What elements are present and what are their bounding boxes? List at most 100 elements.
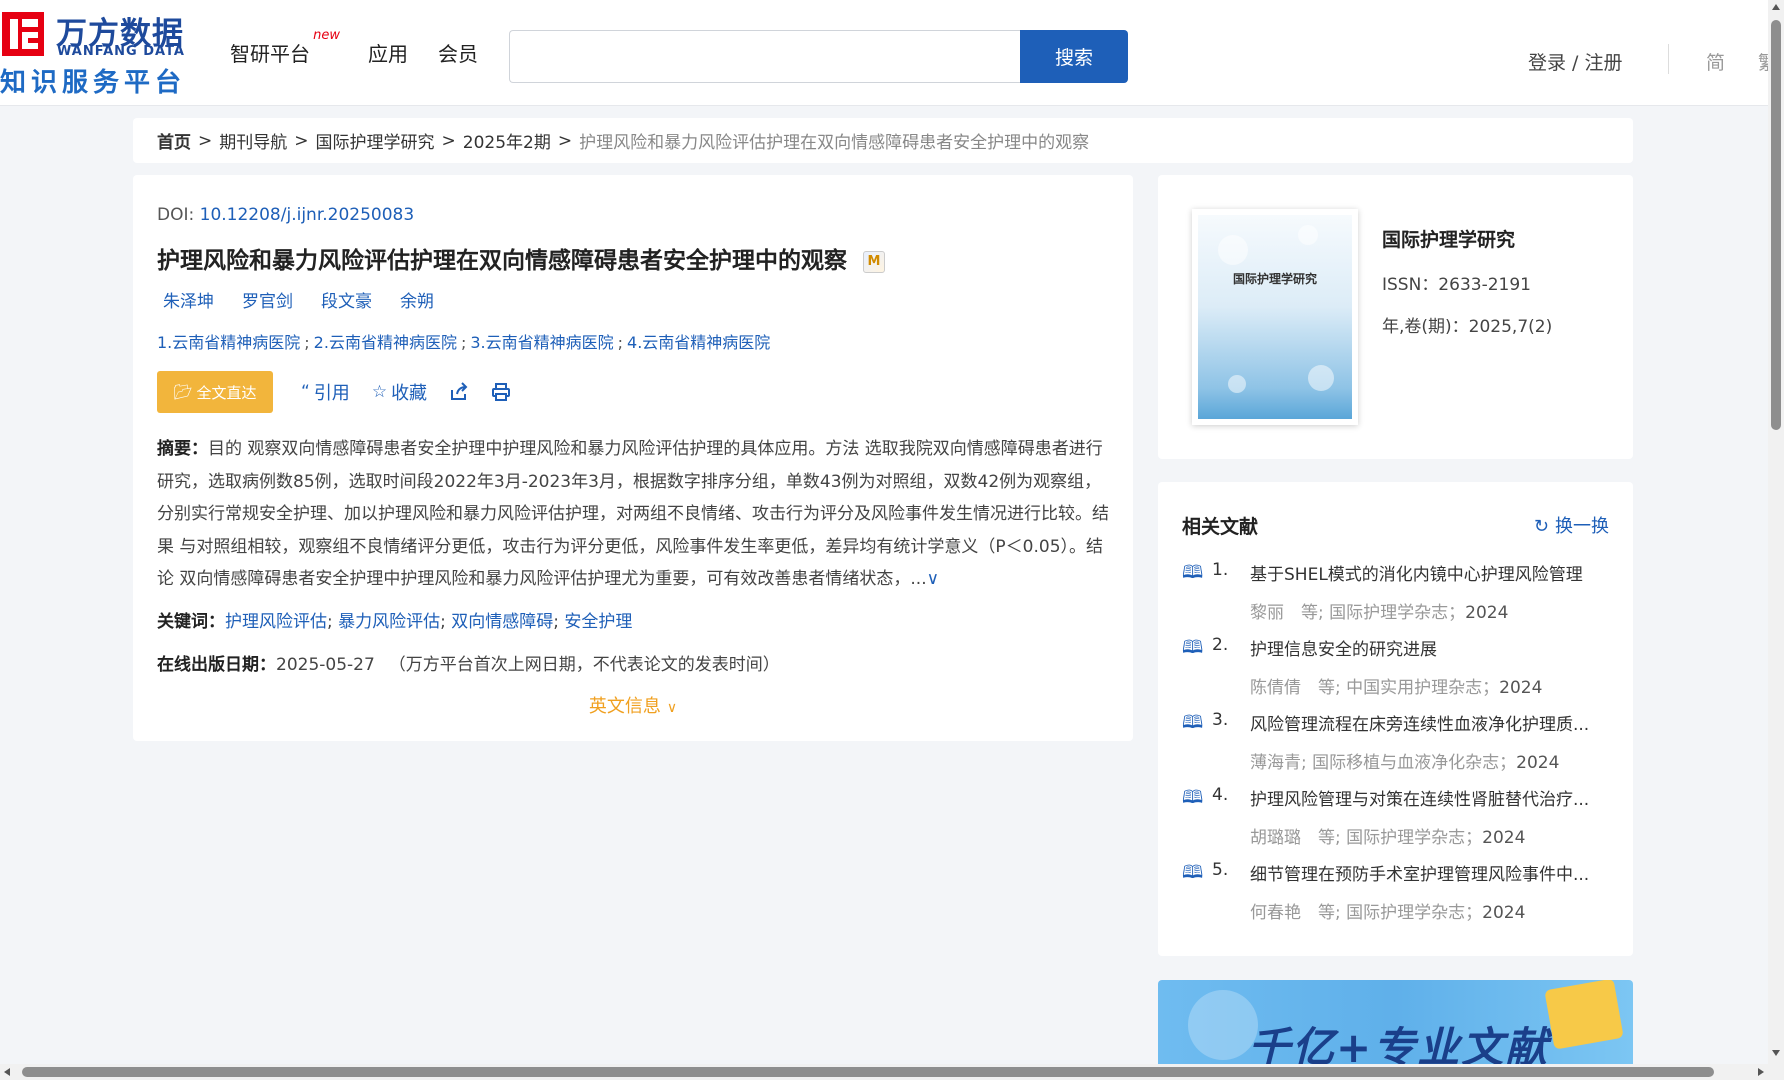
nav-item-apps[interactable]: 应用 — [368, 38, 408, 67]
journal-cover[interactable]: 国际护理学研究 — [1192, 209, 1358, 425]
scroll-left-icon[interactable] — [4, 1068, 10, 1076]
keyword-link[interactable]: 安全护理 — [564, 612, 632, 632]
author-link[interactable]: 余朔 — [400, 287, 434, 312]
affiliation-link[interactable]: 1.云南省精神病医院 — [157, 333, 300, 352]
lang-traditional-button[interactable]: 繁 — [1758, 48, 1768, 75]
share-icon — [451, 382, 468, 400]
pubdate-value: 2025-05-27 — [276, 655, 375, 675]
breadcrumb-journal[interactable]: 国际护理学研究 — [316, 128, 435, 153]
article-actions: 📂︎ 全文直达 “引用 ☆ 收藏 — [157, 371, 533, 413]
abstract-ellipsis: ... — [910, 569, 927, 589]
journal-issn: ISSN：2633-2191 — [1382, 275, 1531, 295]
scroll-right-icon[interactable] — [1758, 1068, 1764, 1076]
refresh-button[interactable]: ↻ 换一换 — [1534, 512, 1609, 538]
affiliation-link[interactable]: 2.云南省精神病医院 — [314, 333, 457, 352]
login-register-link[interactable]: 登录 / 注册 — [1528, 48, 1622, 75]
vertical-scrollbar[interactable] — [1768, 0, 1784, 1080]
m-badge-icon[interactable]: M — [863, 250, 885, 273]
affiliation-separator: ; — [460, 333, 467, 352]
author-link[interactable]: 段文豪 — [321, 287, 372, 312]
logo-mark-icon — [2, 12, 44, 56]
logo-subtitle-en: WANFANG DATA — [57, 44, 185, 59]
logo-tagline: 知识服务平台 — [0, 68, 187, 98]
english-info-toggle[interactable]: 英文信息 ∨ — [133, 692, 1133, 718]
doi-line: DOI: 10.12208/j.ijnr.20250083 — [157, 205, 414, 225]
breadcrumb-separator: > — [441, 130, 456, 151]
top-header: 万方数据 WANFANG DATA 知识服务平台 智研平台 new 应用 会员 … — [0, 0, 1768, 106]
doi-link[interactable]: 10.12208/j.ijnr.20250083 — [200, 205, 415, 225]
related-meta: 陈倩倩 等; 中国实用护理杂志；2024 — [1250, 678, 1543, 698]
journal-name[interactable]: 国际护理学研究 — [1382, 225, 1515, 252]
share-button[interactable] — [449, 382, 469, 402]
related-title[interactable]: 护理信息安全的研究进展 — [1250, 635, 1604, 660]
search-input[interactable] — [509, 30, 1021, 83]
print-button[interactable] — [491, 382, 511, 402]
doi-label: DOI: — [157, 205, 200, 225]
new-badge: new — [313, 28, 340, 43]
author-link[interactable]: 朱泽坤 — [163, 287, 214, 312]
favorite-button[interactable]: ☆ 收藏 — [372, 379, 427, 405]
breadcrumb-home[interactable]: 首页 — [157, 128, 191, 153]
fulltext-button[interactable]: 📂︎ 全文直达 — [157, 371, 273, 413]
keywords: 关键词：护理风险评估; 暴力风险评估; 双向情感障碍; 安全护理 — [157, 612, 633, 632]
expand-abstract-icon[interactable]: ∨ — [927, 569, 939, 589]
keyword-link[interactable]: 护理风险评估 — [225, 612, 327, 632]
related-item[interactable]: 🕮︎ 5. 细节管理在预防手术室护理管理风险事件中... 何春艳 等; 国际护理… — [1182, 858, 1612, 933]
pubdate-note: （万方平台首次上网日期，不代表论文的发表时间） — [388, 655, 780, 675]
breadcrumb-separator: > — [294, 130, 309, 151]
nav-item-zhiyan[interactable]: 智研平台 new — [230, 28, 340, 67]
scroll-thumb[interactable] — [1771, 20, 1781, 430]
pubdate-label: 在线出版日期： — [157, 655, 276, 675]
book-icon: 🕮︎ — [1182, 712, 1204, 733]
keyword-link[interactable]: 双向情感障碍 — [451, 612, 553, 632]
star-icon: ☆ — [371, 382, 388, 402]
affiliation-separator: ; — [617, 333, 624, 352]
refresh-icon: ↻ — [1533, 516, 1549, 537]
related-title[interactable]: 护理风险管理与对策在连续性肾脏替代治疗... — [1250, 785, 1604, 810]
journal-card: 国际护理学研究 国际护理学研究 ISSN：2633-2191 年,卷(期)：20… — [1158, 175, 1633, 459]
header-divider — [1668, 44, 1669, 74]
cover-image: 国际护理学研究 — [1198, 215, 1352, 419]
related-meta: 胡璐璐 等; 国际护理学杂志；2024 — [1250, 828, 1526, 848]
book-icon: 🕮︎ — [1182, 862, 1204, 883]
breadcrumb-separator: > — [198, 130, 213, 151]
chevron-down-icon: ∨ — [666, 700, 678, 716]
related-item[interactable]: 🕮︎ 2. 护理信息安全的研究进展 陈倩倩 等; 中国实用护理杂志；2024 — [1182, 633, 1612, 708]
related-meta: 何春艳 等; 国际护理学杂志；2024 — [1250, 903, 1526, 923]
book-icon: 🕮︎ — [1182, 637, 1204, 658]
related-index: 2. — [1212, 635, 1229, 655]
search-button[interactable]: 搜索 — [1020, 30, 1128, 83]
promo-banner[interactable]: 千亿+专业文献 — [1158, 980, 1633, 1064]
related-title[interactable]: 风险管理流程在床旁连续性血液净化护理质... — [1250, 710, 1604, 735]
related-index: 5. — [1212, 860, 1229, 880]
lang-simplified-button[interactable]: 简 — [1706, 48, 1725, 75]
breadcrumb-issue[interactable]: 2025年2期 — [463, 128, 551, 153]
related-heading: 相关文献 — [1182, 516, 1259, 538]
related-meta: 黎丽 等; 国际护理学杂志；2024 — [1250, 603, 1509, 623]
affiliation-link[interactable]: 3.云南省精神病医院 — [470, 333, 613, 352]
scroll-thumb[interactable] — [22, 1067, 1714, 1077]
abstract-text: 目的 观察双向情感障碍患者安全护理中护理风险和暴力风险评估护理的具体应用。方法 … — [157, 439, 1109, 589]
related-item[interactable]: 🕮︎ 4. 护理风险管理与对策在连续性肾脏替代治疗... 胡璐璐 等; 国际护理… — [1182, 783, 1612, 858]
cite-button[interactable]: “引用 — [301, 379, 350, 405]
horizontal-scrollbar[interactable] — [0, 1064, 1768, 1080]
related-item[interactable]: 🕮︎ 3. 风险管理流程在床旁连续性血液净化护理质... 薄海青; 国际移植与血… — [1182, 708, 1612, 783]
scroll-down-icon[interactable] — [1772, 1050, 1780, 1056]
related-title[interactable]: 基于SHEL模式的消化内镜中心护理风险管理 — [1250, 560, 1604, 585]
book-icon: 🕮︎ — [1182, 562, 1204, 583]
scroll-up-icon[interactable] — [1772, 4, 1780, 10]
related-literature-card: 相关文献 ↻ 换一换 🕮︎ 1. 基于SHEL模式的消化内镜中心护理风险管理 黎丽… — [1158, 482, 1633, 956]
nav-item-membership[interactable]: 会员 — [438, 38, 478, 67]
publish-date: 在线出版日期：2025-05-27 （万方平台首次上网日期，不代表论文的发表时间） — [157, 650, 780, 675]
affiliation-separator: ; — [304, 333, 310, 352]
affiliation-link[interactable]: 4.云南省精神病医院 — [627, 333, 770, 352]
related-item[interactable]: 🕮︎ 1. 基于SHEL模式的消化内镜中心护理风险管理 黎丽 等; 国际护理学杂… — [1182, 558, 1612, 633]
related-index: 3. — [1212, 710, 1229, 730]
affiliation-list: 1.云南省精神病医院; 2.云南省精神病医院; 3.云南省精神病医院; 4.云南省精神… — [157, 329, 770, 353]
print-icon — [492, 383, 511, 401]
related-title[interactable]: 细节管理在预防手术室护理管理风险事件中... — [1250, 860, 1604, 885]
wanfang-logo[interactable]: 万方数据 WANFANG DATA 知识服务平台 — [0, 8, 190, 98]
author-link[interactable]: 罗官剑 — [242, 287, 293, 312]
keyword-link[interactable]: 暴力风险评估 — [338, 612, 440, 632]
breadcrumb-journal-nav[interactable]: 期刊导航 — [219, 128, 287, 153]
